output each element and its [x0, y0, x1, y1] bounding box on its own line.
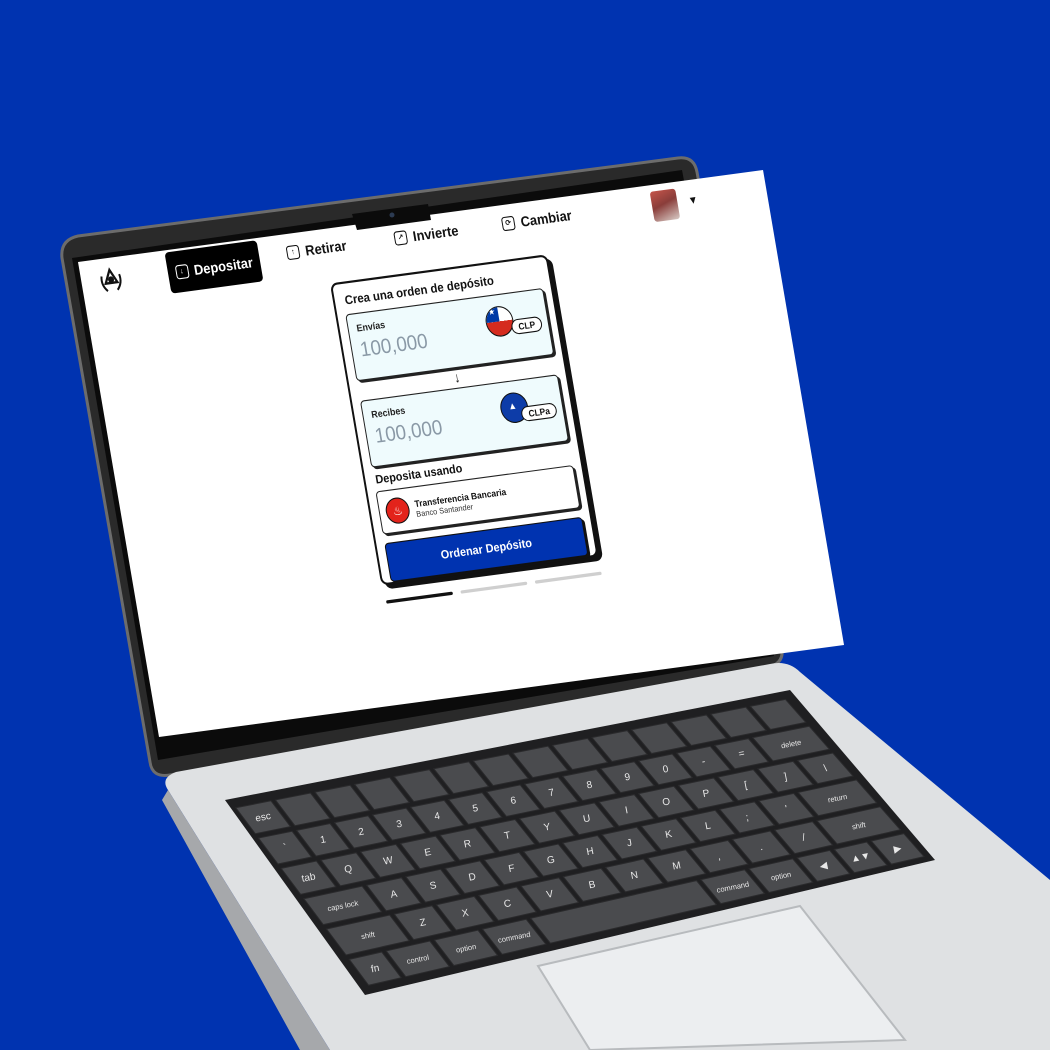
avatar[interactable]	[649, 188, 681, 223]
nav-invierte-label: Invierte	[411, 222, 460, 245]
bank-text: Transferencia Bancaria Banco Santander	[414, 486, 509, 519]
download-icon: ↓	[174, 263, 190, 280]
nav-retirar[interactable]: ↑ Retirar	[285, 237, 348, 261]
chevron-down-icon[interactable]: ▼	[687, 194, 699, 207]
exchange-icon: ⟳	[500, 215, 516, 232]
step-1	[385, 591, 454, 604]
step-3	[534, 571, 602, 584]
app-screen: ↓ Depositar ↑ Retirar ↗ Invierte ⟳ Cambi…	[78, 170, 845, 737]
upload-icon: ↑	[285, 244, 301, 261]
step-2	[460, 581, 528, 594]
nav-depositar-label: Depositar	[192, 253, 254, 278]
santander-flame-icon: ♨	[383, 496, 412, 526]
screen-viewport: ↓ Depositar ↑ Retirar ↗ Invierte ⟳ Cambi…	[78, 170, 845, 737]
nav-depositar[interactable]: ↓ Depositar	[164, 240, 264, 294]
scene: esc ` 1 2 3 4 5 6 7 8 9 0- = delete tab Q W E R T Y U I O P[] \ ca…	[0, 0, 1050, 1050]
nav-invierte[interactable]: ↗ Invierte	[393, 222, 460, 247]
deposit-card: Crea una orden de depósito Envías 100,00…	[329, 254, 599, 586]
nav-retirar-label: Retirar	[303, 237, 348, 259]
nav-cambiar-label: Cambiar	[519, 206, 573, 230]
nav-cambiar[interactable]: ⟳ Cambiar	[500, 206, 573, 233]
arrow-up-right-icon: ↗	[393, 230, 409, 246]
laurel-logo	[100, 267, 122, 292]
